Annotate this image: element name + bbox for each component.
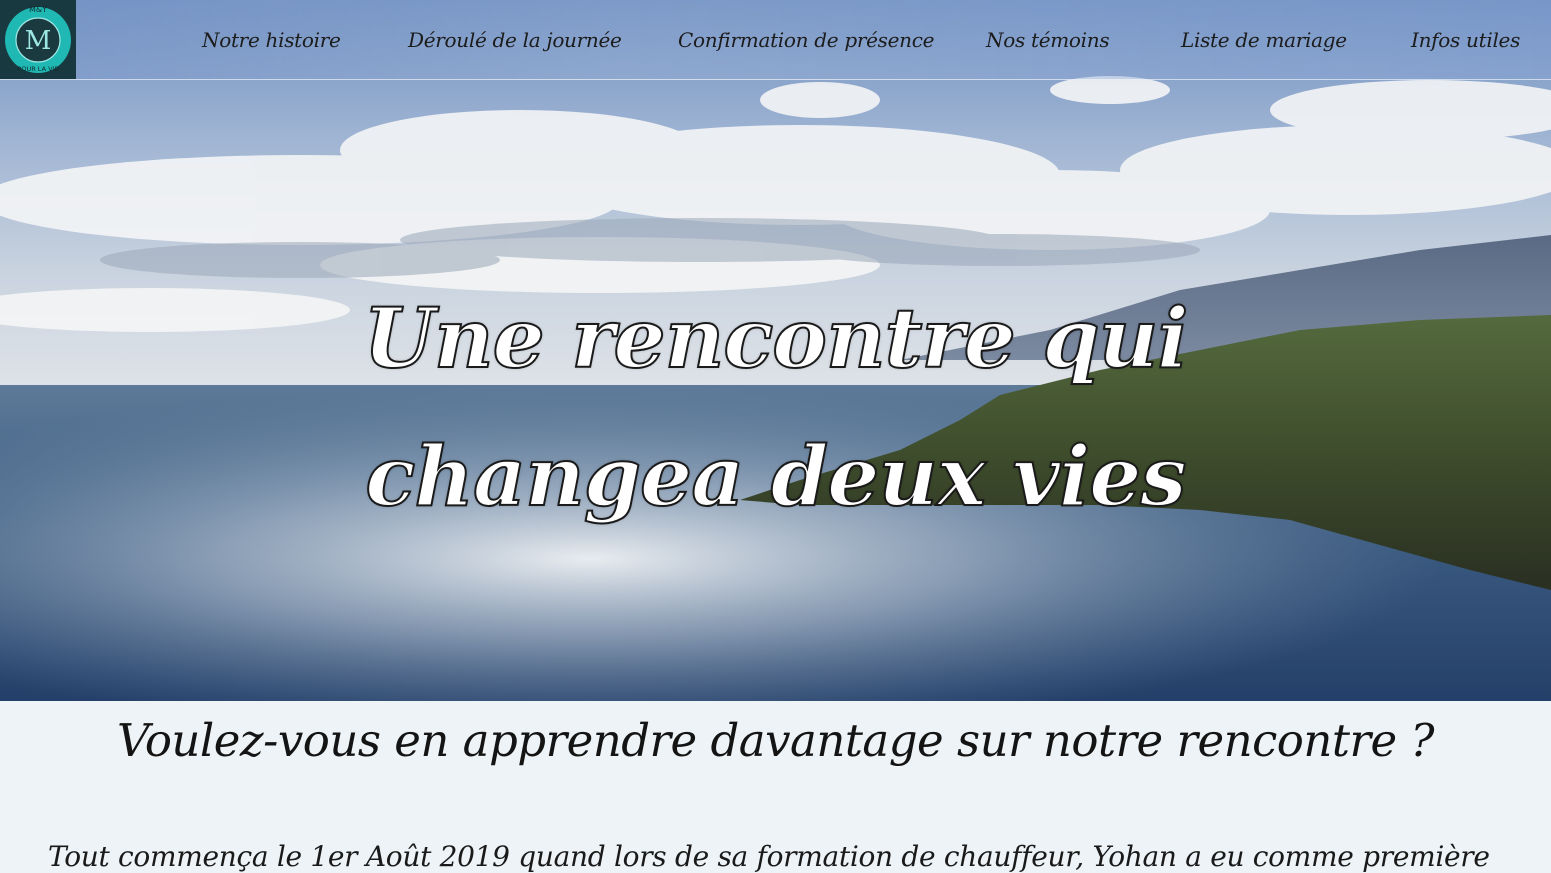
hero-title: Une rencontre qui changea deux vies [0, 270, 1551, 546]
hero-title-line-2: changea deux vies [364, 428, 1187, 526]
nav-item-deroule-journee[interactable]: Déroulé de la journée [408, 28, 622, 52]
story-paragraph: Tout commença le 1er Août 2019 quand lor… [48, 840, 1490, 873]
nav-item-notre-histoire[interactable]: Notre histoire [202, 28, 341, 52]
section-question-heading: Voulez-vous en apprendre davantage sur n… [116, 714, 1435, 767]
top-navigation: M&Y M POUR LA VIE Notre histoire Déroulé… [0, 0, 1551, 80]
nav-item-nos-temoins[interactable]: Nos témoins [986, 28, 1110, 52]
nav-item-confirmation-presence[interactable]: Confirmation de présence [678, 28, 935, 52]
hero-banner: Une rencontre qui changea deux vies [0, 0, 1551, 701]
nav-item-infos-utiles[interactable]: Infos utiles [1411, 28, 1520, 52]
hero-title-line-1: Une rencontre qui [363, 290, 1190, 388]
nav-item-liste-mariage[interactable]: Liste de mariage [1181, 28, 1347, 52]
